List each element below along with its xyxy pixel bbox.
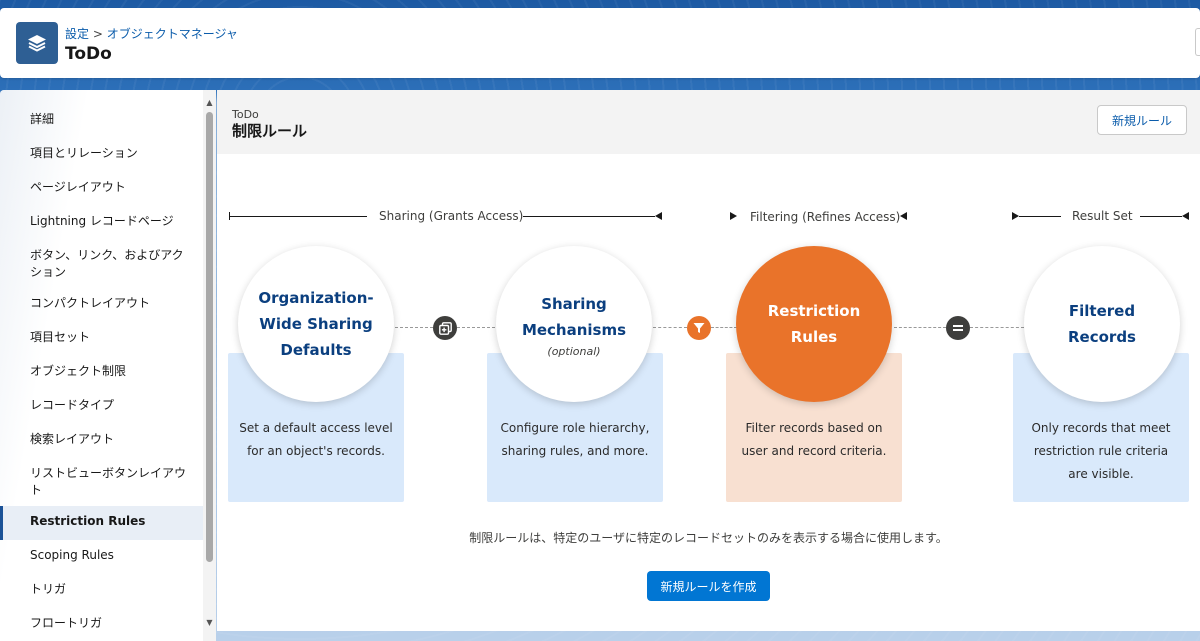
description-line: for an object's records. bbox=[247, 444, 385, 458]
filtering-range-arrow-left-icon bbox=[730, 212, 737, 220]
title-line: Sharing bbox=[541, 294, 607, 313]
sidebar-item-buttons-links-actions[interactable]: ボタン、リンク、およびアクション bbox=[0, 240, 203, 288]
section-header: ToDo 制限ルール 新規ルール bbox=[217, 90, 1200, 154]
sidebar-item-page-layouts[interactable]: ページレイアウト bbox=[0, 172, 203, 206]
page-title: ToDo bbox=[65, 44, 112, 64]
title-line: Filtered bbox=[1068, 302, 1136, 320]
scrollbar-thumb[interactable] bbox=[206, 112, 213, 562]
connector-line bbox=[970, 327, 1024, 328]
breadcrumb: 設定 > オブジェクトマネージャ bbox=[65, 25, 238, 42]
step-subtitle: (optional) bbox=[547, 344, 601, 358]
step-title: Restriction Rules bbox=[768, 298, 861, 350]
sharing-range-label: Sharing (Grants Access) bbox=[379, 209, 524, 223]
description-line: restriction rule criteria bbox=[1033, 444, 1169, 458]
result-range-label: Result Set bbox=[1072, 209, 1133, 223]
filter-icon bbox=[687, 316, 711, 340]
description-line: Only records that meet bbox=[1031, 421, 1171, 435]
sidebar-item-fields-relationships[interactable]: 項目とリレーション bbox=[0, 138, 203, 172]
sidebar-item-scoping-rules[interactable]: Scoping Rules bbox=[0, 540, 203, 574]
title-line: Organization- bbox=[258, 289, 374, 307]
sidebar-item-restriction-rules[interactable]: Restriction Rules bbox=[0, 506, 203, 540]
step-description: Configure role hierarchy, sharing rules,… bbox=[495, 417, 655, 463]
breadcrumb-setup-link[interactable]: 設定 bbox=[65, 27, 89, 41]
create-new-rule-button[interactable]: 新規ルールを作成 bbox=[647, 571, 770, 601]
description-line: Configure role hierarchy, bbox=[500, 421, 650, 435]
usage-description: 制限ルールは、特定のユーザに特定のレコードセットのみを表示する場合に使用します。 bbox=[469, 531, 948, 545]
sidebar-item-record-types[interactable]: レコードタイプ bbox=[0, 390, 203, 424]
restriction-rules-diagram: Sharing (Grants Access) Filtering (Refin… bbox=[217, 154, 1200, 631]
title-line: Rules bbox=[790, 328, 838, 346]
step-circle-sharing-mechanisms: Sharing Mechanisms (optional) bbox=[496, 246, 652, 402]
filtering-range-label: Filtering (Refines Access) bbox=[750, 210, 901, 224]
description-line: are visible. bbox=[1068, 467, 1134, 481]
header-action-button-edge[interactable] bbox=[1195, 28, 1200, 56]
result-range-arrow-right-icon bbox=[1182, 212, 1189, 220]
plus-copy-icon bbox=[433, 316, 457, 340]
sidebar-item-details[interactable]: 詳細 bbox=[0, 104, 203, 138]
section-title: 制限ルール bbox=[232, 122, 308, 140]
result-range-line-right bbox=[1140, 216, 1182, 217]
layers-icon bbox=[16, 22, 58, 64]
description-line: Filter records based on bbox=[745, 421, 883, 435]
description-line: Set a default access level bbox=[239, 421, 393, 435]
sidebar-item-triggers[interactable]: トリガ bbox=[0, 574, 203, 608]
page-header: 設定 > オブジェクトマネージャ ToDo bbox=[0, 8, 1200, 78]
sidebar-item-lightning-record-pages[interactable]: Lightning レコードページ bbox=[0, 206, 203, 240]
object-nav-sidebar: 詳細 項目とリレーション ページレイアウト Lightning レコードページ … bbox=[0, 90, 216, 641]
sidebar-scrollbar[interactable]: ▲ ▼ bbox=[203, 90, 216, 641]
step-description: Set a default access level for an object… bbox=[236, 417, 396, 463]
main-panel: ToDo 制限ルール 新規ルール Sharing (Grants Access)… bbox=[217, 90, 1200, 631]
connector-line bbox=[894, 327, 946, 328]
title-line: Defaults bbox=[280, 341, 352, 359]
description-line: user and record criteria. bbox=[741, 444, 887, 458]
sidebar-item-search-layouts[interactable]: 検索レイアウト bbox=[0, 424, 203, 458]
connector-line bbox=[711, 327, 737, 328]
sidebar-item-compact-layouts[interactable]: コンパクトレイアウト bbox=[0, 288, 203, 322]
title-line: Restriction bbox=[767, 302, 861, 320]
breadcrumb-separator: > bbox=[89, 27, 107, 41]
connector-line bbox=[653, 327, 687, 328]
nav-list: 詳細 項目とリレーション ページレイアウト Lightning レコードページ … bbox=[0, 104, 203, 641]
title-line: Records bbox=[1068, 328, 1136, 346]
title-line: Mechanisms bbox=[521, 320, 627, 339]
connector-line bbox=[395, 327, 433, 328]
breadcrumb-object-manager-link[interactable]: オブジェクトマネージャ bbox=[107, 27, 238, 41]
step-circle-filtered-records: Filtered Records bbox=[1024, 246, 1180, 402]
step-description: Only records that meet restriction rule … bbox=[1021, 417, 1181, 486]
step-title: Filtered Records bbox=[1068, 298, 1136, 350]
sharing-range-arrow-icon bbox=[655, 212, 662, 220]
new-rule-button[interactable]: 新規ルール bbox=[1097, 105, 1187, 135]
scroll-down-arrow-icon[interactable]: ▼ bbox=[205, 618, 214, 627]
scroll-up-arrow-icon[interactable]: ▲ bbox=[205, 98, 214, 107]
step-title: Sharing Mechanisms bbox=[522, 291, 626, 343]
result-range-arrow-left-icon bbox=[1012, 212, 1019, 220]
sidebar-item-flow-triggers[interactable]: フロートリガ bbox=[0, 608, 203, 641]
sidebar-item-object-limits[interactable]: オブジェクト制限 bbox=[0, 356, 203, 390]
step-title: Organization- Wide Sharing Defaults bbox=[258, 285, 373, 363]
step-description: Filter records based on user and record … bbox=[734, 417, 894, 463]
equals-icon bbox=[946, 316, 970, 340]
result-range-line-left bbox=[1019, 216, 1061, 217]
sharing-range-line-right bbox=[523, 216, 655, 217]
description-line: sharing rules, and more. bbox=[501, 444, 649, 458]
step-circle-org-wide-defaults: Organization- Wide Sharing Defaults bbox=[238, 246, 394, 402]
sidebar-item-field-sets[interactable]: 項目セット bbox=[0, 322, 203, 356]
title-line: Wide Sharing bbox=[259, 315, 373, 333]
step-circle-restriction-rules: Restriction Rules bbox=[736, 246, 892, 402]
sidebar-item-list-view-button-layout[interactable]: リストビューボタンレイアウト bbox=[0, 458, 203, 506]
filtering-range-arrow-right-icon bbox=[900, 212, 907, 220]
sharing-range-line-left bbox=[229, 216, 367, 217]
connector-line bbox=[457, 327, 495, 328]
